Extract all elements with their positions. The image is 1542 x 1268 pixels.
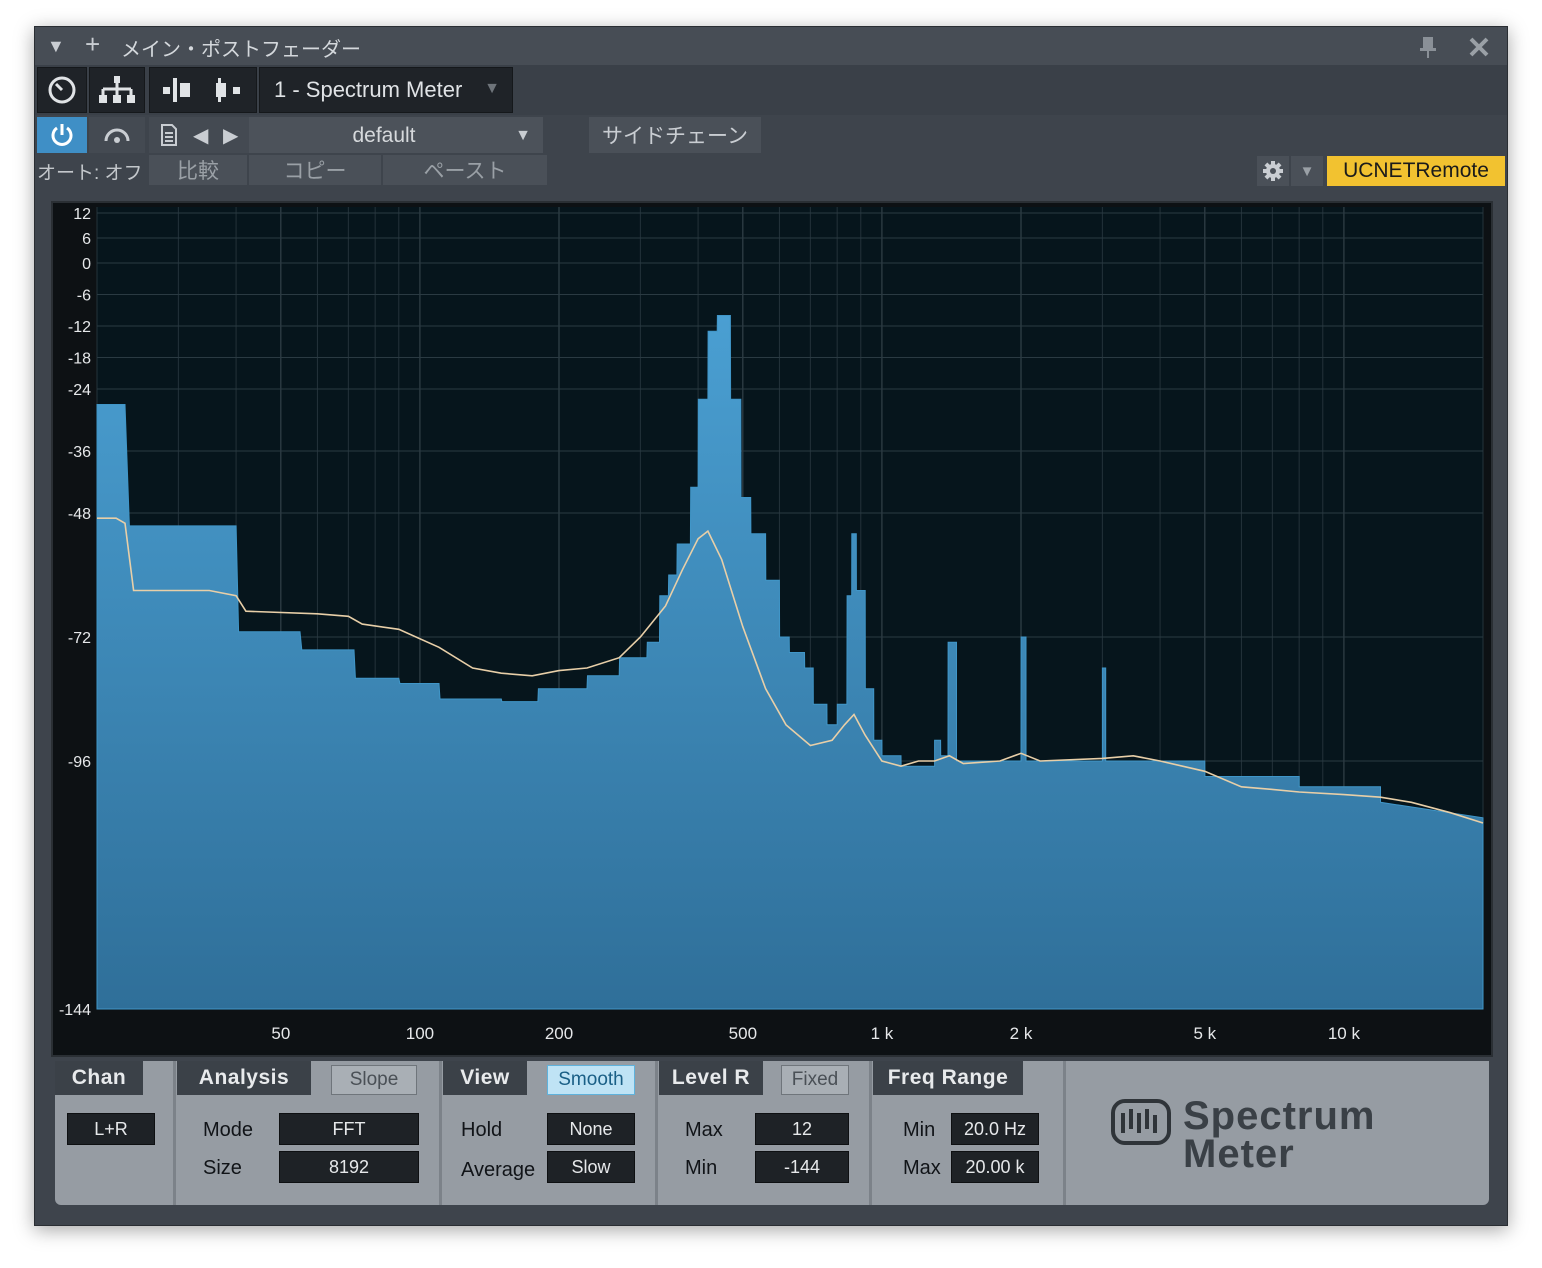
spectrum-display: 12 6 0 -6 -12 -18 -24 -36 -48 -72 -96 -144 50 100 200… <box>51 201 1493 1057</box>
preset-bar: ◀ ▶ default ▼ <box>149 117 543 153</box>
section-divider <box>655 1061 658 1205</box>
device-selector[interactable]: 1 - Spectrum Meter ▼ <box>259 67 513 113</box>
device-name: 1 - Spectrum Meter <box>274 77 463 102</box>
chevron-down-icon[interactable]: ▼ <box>1291 156 1323 186</box>
chan-select[interactable]: L+R <box>67 1113 155 1145</box>
plus-icon[interactable]: + <box>85 31 100 57</box>
toolbar-row-3: オート: オフ 比較 コピー ペースト ▼ UCNETRemote <box>35 155 1507 187</box>
close-icon[interactable] <box>1467 35 1491 59</box>
clock-icon <box>48 76 76 104</box>
section-divider <box>439 1061 442 1205</box>
x-tick-label: 2 k <box>1010 1024 1033 1043</box>
auto-label[interactable]: オート: オフ <box>37 158 143 185</box>
y-tick-label: -72 <box>68 630 91 647</box>
routing-icon <box>99 76 135 103</box>
average-select[interactable]: Slow <box>547 1151 635 1183</box>
hold-select[interactable]: None <box>547 1113 635 1145</box>
freq-min-field[interactable]: 20.0 Hz <box>951 1113 1039 1145</box>
triangle-down-icon[interactable]: ▼ <box>47 35 65 57</box>
average-label: Average <box>461 1159 536 1181</box>
product-logo: Spectrum Meter <box>1183 1094 1376 1176</box>
section-divider <box>1063 1061 1066 1205</box>
channel-link-buttons[interactable] <box>149 67 257 113</box>
control-panel: Chan L+R Analysis Slope Mode FFT Size 81… <box>55 1061 1489 1205</box>
section-divider <box>869 1061 872 1205</box>
y-tick-label: 12 <box>73 206 91 223</box>
sidechain-button[interactable]: サイドチェーン <box>589 117 761 153</box>
y-tick-label: -48 <box>68 506 91 523</box>
slope-toggle[interactable]: Slope <box>331 1065 417 1095</box>
x-tick-label: 500 <box>729 1024 757 1043</box>
freq-range-tab: Freq Range <box>873 1061 1023 1095</box>
x-tick-label: 5 k <box>1194 1024 1217 1043</box>
freq-max-field[interactable]: 20.00 k <box>951 1151 1039 1183</box>
x-tick-label: 50 <box>271 1024 290 1043</box>
routing-button[interactable] <box>89 67 145 113</box>
logo-line-1: Spectrum <box>1183 1094 1376 1138</box>
arrow-left-icon[interactable]: ◀ <box>193 123 208 148</box>
y-tick-label: -24 <box>68 382 91 399</box>
x-tick-label: 10 k <box>1328 1024 1361 1043</box>
analysis-tab: Analysis <box>177 1061 311 1095</box>
clock-button[interactable] <box>37 67 87 113</box>
compare-button[interactable]: 比較 <box>149 155 247 185</box>
y-tick-label: -18 <box>68 351 91 368</box>
x-tick-label: 100 <box>406 1024 434 1043</box>
logo-line-2: Meter <box>1183 1132 1295 1176</box>
power-icon <box>51 124 73 146</box>
level-range-tab: Level R <box>659 1061 763 1095</box>
copy-button[interactable]: コピー <box>249 155 381 185</box>
spectrum-chart: 12 6 0 -6 -12 -18 -24 -36 -48 -72 -96 -144 50 100 200… <box>59 206 1484 1043</box>
size-label: Size <box>203 1157 242 1179</box>
y-tick-label: -12 <box>68 319 91 336</box>
bypass-arc-icon <box>104 128 130 143</box>
preset-name: default <box>352 124 416 147</box>
preset-selector[interactable]: default ▼ <box>249 117 543 153</box>
window-title: メイン・ポストフェーダー <box>121 39 361 61</box>
view-tab: View <box>443 1061 527 1095</box>
y-tick-label: -144 <box>59 1002 91 1019</box>
smooth-toggle[interactable]: Smooth <box>547 1065 635 1095</box>
level-min-field[interactable]: -144 <box>755 1151 849 1183</box>
link-mono-icon <box>215 78 240 102</box>
y-tick-label: 0 <box>82 256 91 273</box>
level-max-field[interactable]: 12 <box>755 1113 849 1145</box>
file-icon[interactable] <box>159 123 179 147</box>
title-bar: ▼ + メイン・ポストフェーダー <box>35 27 1507 65</box>
y-tick-label: -36 <box>68 444 91 461</box>
size-select[interactable]: 8192 <box>279 1151 419 1183</box>
freq-max-label: Max <box>903 1157 941 1179</box>
arrow-right-icon[interactable]: ▶ <box>223 123 238 148</box>
chevron-down-icon: ▼ <box>515 127 531 144</box>
x-tick-label: 200 <box>545 1024 573 1043</box>
ucnet-remote-button[interactable]: UCNETRemote <box>1327 156 1505 186</box>
y-tick-label: -6 <box>77 288 91 305</box>
fixed-toggle[interactable]: Fixed <box>781 1065 849 1095</box>
x-tick-label: 1 k <box>871 1024 894 1043</box>
freq-min-label: Min <box>903 1119 936 1141</box>
paste-button[interactable]: ペースト <box>383 155 547 185</box>
level-max-label: Max <box>685 1119 723 1141</box>
y-tick-label: -96 <box>68 754 91 771</box>
presonus-logo-icon <box>1111 1099 1171 1145</box>
mode-label: Mode <box>203 1119 254 1141</box>
level-min-label: Min <box>685 1157 718 1179</box>
plugin-window: ▼ + メイン・ポストフェーダー 1 - Spectrum Meter ▼ ◀ … <box>34 26 1508 1226</box>
chan-tab: Chan <box>55 1061 143 1095</box>
chevron-down-icon: ▼ <box>484 80 500 97</box>
section-divider <box>173 1061 176 1205</box>
mode-select[interactable]: FFT <box>279 1113 419 1145</box>
toolbar-row-2: ◀ ▶ default ▼ サイドチェーン <box>35 115 1507 155</box>
hold-label: Hold <box>461 1119 503 1141</box>
power-button[interactable] <box>37 117 87 153</box>
y-tick-label: 6 <box>82 231 91 248</box>
pin-icon[interactable] <box>1417 35 1439 59</box>
bypass-button[interactable] <box>89 117 145 153</box>
toolbar-row-1: 1 - Spectrum Meter ▼ <box>35 65 1507 115</box>
link-stereo-icon <box>162 78 190 102</box>
gear-icon[interactable] <box>1257 156 1289 186</box>
